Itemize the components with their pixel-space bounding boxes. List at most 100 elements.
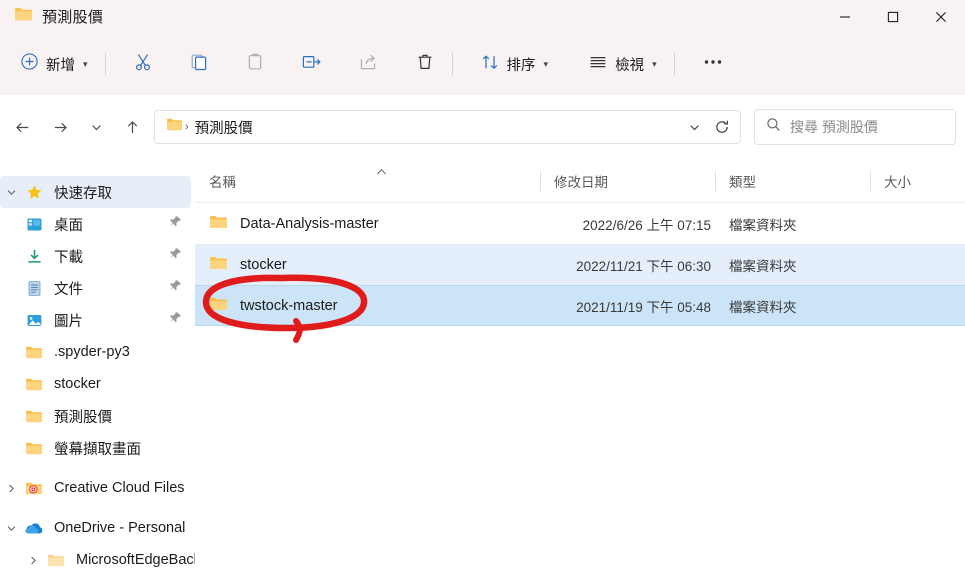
sidebar-item-spyder-py3[interactable]: .spyder-py3 [0, 336, 191, 368]
paste-icon [245, 52, 265, 77]
address-dropdown-button[interactable] [680, 113, 708, 141]
sidebar-item-label: 圖片 [54, 313, 83, 330]
toolbar-divider-2 [451, 53, 453, 75]
recent-locations-button[interactable] [80, 111, 112, 143]
forward-button[interactable] [44, 111, 76, 143]
column-header-size[interactable]: 大小 [870, 159, 965, 203]
table-row[interactable]: twstock-master 2021/11/19 下午 05:48 檔案資料夾 [195, 285, 965, 326]
column-headers: 名稱 修改日期 類型 大小 [195, 159, 965, 203]
file-date-cell: 2022/6/26 上午 07:15 [582, 217, 711, 233]
sidebar-item-forecast-stock[interactable]: 預測股價 [0, 400, 191, 432]
view-button[interactable]: 檢視 ▾ [580, 46, 665, 82]
sidebar-item-quick-access[interactable]: 快速存取 [0, 176, 191, 208]
copy-icon [189, 52, 209, 77]
sidebar-item-creative-cloud-files[interactable]: Creative Cloud Files [0, 472, 191, 504]
table-row[interactable]: stocker 2022/11/21 下午 06:30 檔案資料夾 [195, 244, 965, 285]
pin-icon[interactable] [169, 311, 182, 329]
paste-button[interactable] [237, 46, 273, 82]
sidebar-item-stocker[interactable]: stocker [0, 368, 191, 400]
sidebar-item-label: stocker [54, 376, 101, 392]
sidebar-item-label: OneDrive - Personal [54, 520, 186, 536]
chevron-down-icon[interactable] [0, 187, 22, 198]
navigation-bar: › 預測股價 搜尋 預測股價 [0, 95, 965, 159]
star-icon [22, 184, 46, 201]
column-header-label: 類型 [729, 174, 756, 190]
download-icon [22, 248, 46, 265]
file-name: twstock-master [240, 297, 338, 314]
maximize-icon[interactable] [869, 0, 917, 33]
delete-button[interactable] [407, 46, 443, 82]
copy-button[interactable] [181, 46, 217, 82]
share-button[interactable] [350, 46, 387, 82]
address-bar[interactable]: › 預測股價 [154, 110, 741, 144]
pin-icon[interactable] [169, 279, 182, 297]
plus-circle-icon [20, 52, 39, 76]
table-row[interactable]: Data-Analysis-master 2022/6/26 上午 07:15 … [195, 203, 965, 244]
back-button[interactable] [6, 111, 38, 143]
file-explorer-window: 預測股價 新增 ▾ 排序 ▾ 檢視 ▾ › 預測股價 搜尋 預測股價 快速存取 … [0, 0, 965, 581]
column-header-label: 修改日期 [554, 174, 608, 190]
folder-icon [209, 255, 228, 275]
column-header-type[interactable]: 類型 [715, 159, 870, 203]
rename-button[interactable] [293, 46, 330, 82]
onedrive-icon [22, 521, 46, 536]
file-name-cell: stocker [195, 255, 540, 275]
sidebar-item-label: 下載 [54, 249, 83, 266]
sidebar-item-documents[interactable]: 文件 [0, 272, 191, 304]
pin-icon[interactable] [169, 247, 182, 265]
folder-icon [209, 296, 228, 316]
pin-icon[interactable] [169, 215, 182, 233]
search-box[interactable]: 搜尋 預測股價 [754, 109, 956, 145]
column-header-name[interactable]: 名稱 [195, 159, 540, 203]
sidebar-item-label: .spyder-py3 [54, 344, 130, 360]
rename-icon [301, 52, 322, 77]
folder-icon [14, 6, 33, 27]
chevron-down-icon: ▾ [83, 58, 88, 69]
cut-button[interactable] [125, 46, 161, 82]
more-options-button[interactable] [694, 46, 732, 82]
file-name: stocker [240, 256, 287, 273]
desktop-icon [22, 216, 46, 233]
file-date-cell: 2022/11/21 下午 06:30 [576, 258, 711, 274]
column-header-date-modified[interactable]: 修改日期 [540, 159, 715, 203]
sidebar-item-screenshots[interactable]: 螢幕擷取畫面 [0, 432, 191, 464]
chevron-down-icon: ▾ [543, 58, 549, 69]
window-title: 預測股價 [42, 9, 104, 26]
file-name: Data-Analysis-master [240, 215, 379, 232]
sidebar-item-pictures[interactable]: 圖片 [0, 304, 191, 336]
new-button[interactable]: 新增 ▾ [12, 46, 96, 82]
new-button-label: 新增 [46, 57, 75, 74]
sort-arrows-icon [480, 52, 500, 77]
sidebar-item-microsoftedgebackups[interactable]: MicrosoftEdgeBacl [0, 544, 195, 576]
sidebar-item-label: MicrosoftEdgeBacl [76, 552, 195, 568]
file-type-cell: 檔案資料夾 [729, 258, 797, 274]
breadcrumb-current[interactable]: 預測股價 [191, 114, 257, 140]
title-bar: 預測股價 [0, 0, 965, 33]
sidebar-item-onedrive-personal[interactable]: OneDrive - Personal [0, 512, 191, 544]
column-header-label: 大小 [884, 174, 911, 190]
ellipsis-icon [702, 52, 724, 77]
folder-icon [166, 117, 183, 137]
breadcrumb-separator: › [185, 121, 189, 133]
navigation-pane[interactable]: 快速存取 桌面 下載 文件 圖片 .spyder-py3 stocker 預測股… [0, 159, 195, 581]
sidebar-item-label: 快速存取 [54, 185, 112, 202]
chevron-right-icon[interactable] [0, 483, 22, 494]
search-icon [766, 117, 781, 137]
chevron-down-icon: ▾ [652, 58, 657, 69]
toolbar-divider-3 [673, 53, 675, 75]
up-button[interactable] [116, 111, 148, 143]
folder-icon [209, 214, 228, 234]
chevron-right-icon[interactable] [22, 555, 44, 566]
sidebar-item-label: 預測股價 [54, 409, 112, 426]
sort-button[interactable]: 排序 ▾ [472, 46, 557, 82]
pictures-icon [22, 312, 46, 329]
minimize-icon[interactable] [821, 0, 869, 33]
close-icon[interactable] [917, 0, 965, 33]
column-header-label: 名稱 [209, 174, 236, 190]
scissors-icon [133, 52, 153, 77]
sidebar-item-downloads[interactable]: 下載 [0, 240, 191, 272]
folder-icon [22, 441, 46, 456]
chevron-down-icon[interactable] [0, 523, 22, 534]
refresh-button[interactable] [708, 113, 736, 141]
sidebar-item-desktop[interactable]: 桌面 [0, 208, 191, 240]
